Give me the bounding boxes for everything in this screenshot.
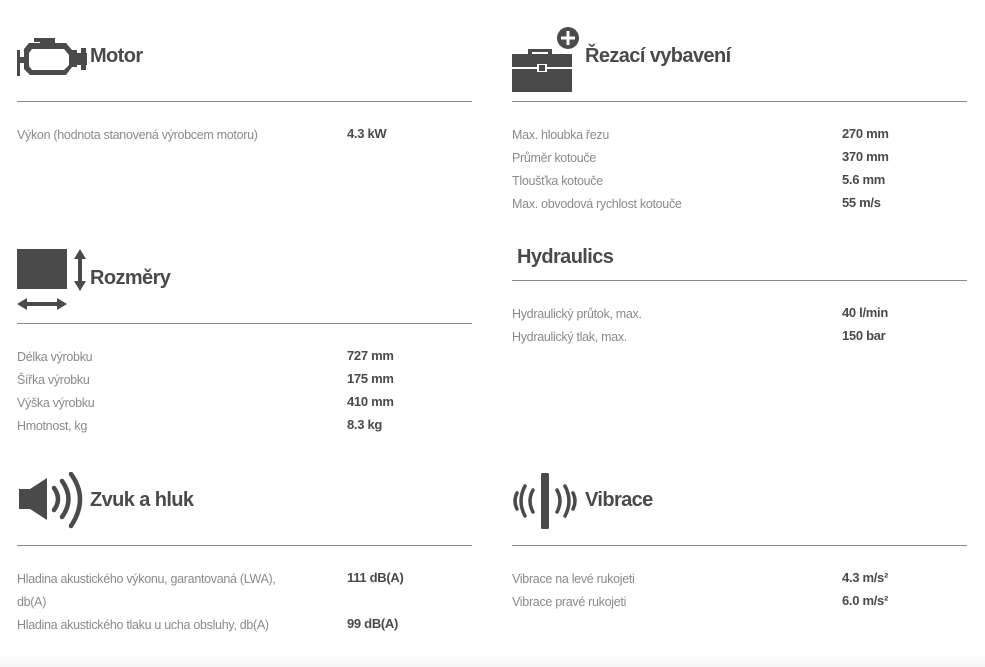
spec-label: Průměr kotouče: [512, 151, 597, 165]
spec-value: 8.3 kg: [347, 417, 383, 432]
spec-value: 4.3 m/s²: [842, 570, 889, 585]
spec-row: Hmotnost, kg 8.3 kg: [17, 415, 472, 438]
spec-row: Vibrace na levé rukojeti 4.3 m/s²: [512, 568, 967, 591]
spec-label: Vibrace pravé rukojeti: [512, 595, 627, 609]
spec-list-cutting-equipment: Max. hloubka řezu 270 mm Průměr kotouče …: [512, 124, 967, 216]
spec-list-dimensions: Délka výrobku 727 mm Šířka výrobku 175 m…: [17, 346, 472, 438]
spec-list-sound: Hladina akustického výkonu, garantovaná …: [17, 568, 472, 637]
spec-label: Tloušťka kotouče: [512, 174, 603, 188]
spec-value: 111 dB(A): [347, 570, 404, 585]
spec-row: Hladina akustického tlaku u ucha obsluhy…: [17, 614, 472, 637]
spec-value: 727 mm: [347, 348, 394, 363]
spec-value: 5.6 mm: [842, 172, 886, 187]
spec-label: Výška výrobku: [17, 396, 95, 410]
spec-row: Šířka výrobku 175 mm: [17, 369, 472, 392]
section-divider: [17, 323, 472, 324]
spec-value: 40 l/min: [842, 305, 889, 320]
spec-list-hydraulics: Hydraulický průtok, max. 40 l/min Hydrau…: [512, 303, 967, 349]
spec-list-vibration: Vibrace na levé rukojeti 4.3 m/s² Vibrac…: [512, 568, 967, 614]
spec-row: Vibrace pravé rukojeti 6.0 m/s²: [512, 591, 967, 614]
spec-label: Hydraulický tlak, max.: [512, 330, 627, 344]
section-title-vibration: Vibrace: [585, 489, 653, 511]
section-divider: [512, 280, 967, 281]
section-title-motor: Motor: [90, 45, 143, 67]
spec-row: Hladina akustického výkonu, garantovaná …: [17, 568, 472, 614]
spec-value: 150 bar: [842, 328, 886, 343]
spec-label: Hladina akustického tlaku u ucha obsluhy…: [17, 618, 269, 632]
spec-label: Šířka výrobku: [17, 373, 90, 387]
spec-value: 4.3 kW: [347, 126, 387, 141]
spec-row: Délka výrobku 727 mm: [17, 346, 472, 369]
spec-list-motor: Výkon (hodnota stanovená výrobcem motoru…: [17, 124, 472, 147]
speaker-icon: [19, 472, 83, 529]
spec-value: 99 dB(A): [347, 616, 399, 631]
section-title-dimensions: Rozměry: [90, 267, 171, 289]
section-divider: [17, 101, 472, 102]
spec-label: Hmotnost, kg: [17, 419, 88, 433]
spec-row: Výška výrobku 410 mm: [17, 392, 472, 415]
spec-value: 55 m/s: [842, 195, 881, 210]
spec-label: Max. obvodová rychlost kotouče: [512, 197, 682, 211]
dimensions-icon: [17, 249, 86, 310]
section-title-cutting-equipment: Řezací vybavení: [585, 45, 731, 67]
vibration-icon: [513, 473, 577, 529]
spec-value: 6.0 m/s²: [842, 593, 889, 608]
toolbox-plus-icon: [512, 25, 581, 92]
spec-label: Výkon (hodnota stanovená výrobcem motoru…: [17, 128, 258, 142]
section-title-hydraulics: Hydraulics: [517, 246, 614, 268]
spec-label: Vibrace na levé rukojeti: [512, 572, 635, 586]
spec-row: Průměr kotouče 370 mm: [512, 147, 967, 170]
section-title-sound: Zvuk a hluk: [90, 489, 194, 511]
spec-label: Hladina akustického výkonu, garantovaná …: [17, 572, 276, 609]
spec-row: Výkon (hodnota stanovená výrobcem motoru…: [17, 124, 472, 147]
spec-value: 270 mm: [842, 126, 889, 141]
engine-icon: [17, 38, 87, 76]
spec-row: Hydraulický tlak, max. 150 bar: [512, 326, 967, 349]
spec-row: Tloušťka kotouče 5.6 mm: [512, 170, 967, 193]
spec-label: Délka výrobku: [17, 350, 93, 364]
spec-value: 175 mm: [347, 371, 394, 386]
spec-row: Hydraulický průtok, max. 40 l/min: [512, 303, 967, 326]
spec-value: 370 mm: [842, 149, 889, 164]
spec-row: Max. obvodová rychlost kotouče 55 m/s: [512, 193, 967, 216]
page-bottom-fade: [0, 653, 985, 667]
section-divider: [512, 545, 967, 546]
spec-label: Hydraulický průtok, max.: [512, 307, 642, 321]
section-divider: [17, 545, 472, 546]
spec-row: Max. hloubka řezu 270 mm: [512, 124, 967, 147]
spec-label: Max. hloubka řezu: [512, 128, 610, 142]
section-divider: [512, 101, 967, 102]
spec-value: 410 mm: [347, 394, 394, 409]
